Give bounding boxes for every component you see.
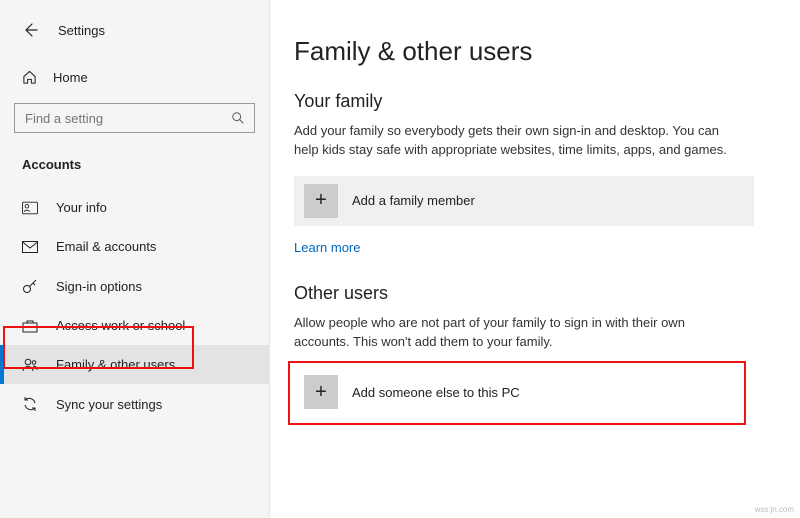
home-nav[interactable]: Home [0,60,269,95]
other-description: Allow people who are not part of your fa… [294,314,734,352]
home-label: Home [53,70,88,85]
key-icon [22,278,38,294]
sidebar-item-label: Sign-in options [56,279,142,294]
sidebar-item-label: Family & other users [56,357,175,372]
section-title-other: Other users [294,283,766,304]
sidebar-item-label: Access work or school [56,318,185,333]
sidebar-item-family-users[interactable]: Family & other users [0,345,269,384]
page-title: Family & other users [294,36,766,67]
main-content: Family & other users Your family Add you… [270,0,800,518]
sidebar-item-your-info[interactable]: Your info [0,188,269,227]
sidebar-section-header: Accounts [0,143,269,182]
add-other-user-button[interactable]: + Add someone else to this PC [294,367,740,417]
sidebar-item-label: Your info [56,200,107,215]
sidebar: Settings Home Accounts Your info Email &… [0,0,270,518]
people-icon [22,358,38,372]
sidebar-item-sync-settings[interactable]: Sync your settings [0,384,269,424]
search-input[interactable] [14,103,255,133]
briefcase-icon [22,319,38,333]
add-family-member-button[interactable]: + Add a family member [294,176,754,226]
mail-icon [22,241,38,253]
sync-icon [22,396,38,412]
add-other-label: Add someone else to this PC [352,385,520,400]
watermark: wss:jn.com [754,505,794,514]
learn-more-link[interactable]: Learn more [294,240,360,255]
plus-icon: + [304,375,338,409]
back-arrow-icon [22,22,38,38]
sidebar-item-label: Email & accounts [56,239,156,254]
sidebar-item-email-accounts[interactable]: Email & accounts [0,227,269,266]
titlebar: Settings [0,12,269,60]
sidebar-item-label: Sync your settings [56,397,162,412]
add-family-label: Add a family member [352,193,475,208]
sidebar-item-work-school[interactable]: Access work or school [0,306,269,345]
sidebar-nav: Your info Email & accounts Sign-in optio… [0,188,269,424]
sidebar-item-signin-options[interactable]: Sign-in options [0,266,269,306]
back-button[interactable] [16,16,44,44]
plus-icon: + [304,184,338,218]
app-title: Settings [58,23,105,38]
search-container [14,103,255,133]
home-icon [22,70,37,85]
person-card-icon [22,201,38,215]
family-description: Add your family so everybody gets their … [294,122,734,160]
section-title-family: Your family [294,91,766,112]
